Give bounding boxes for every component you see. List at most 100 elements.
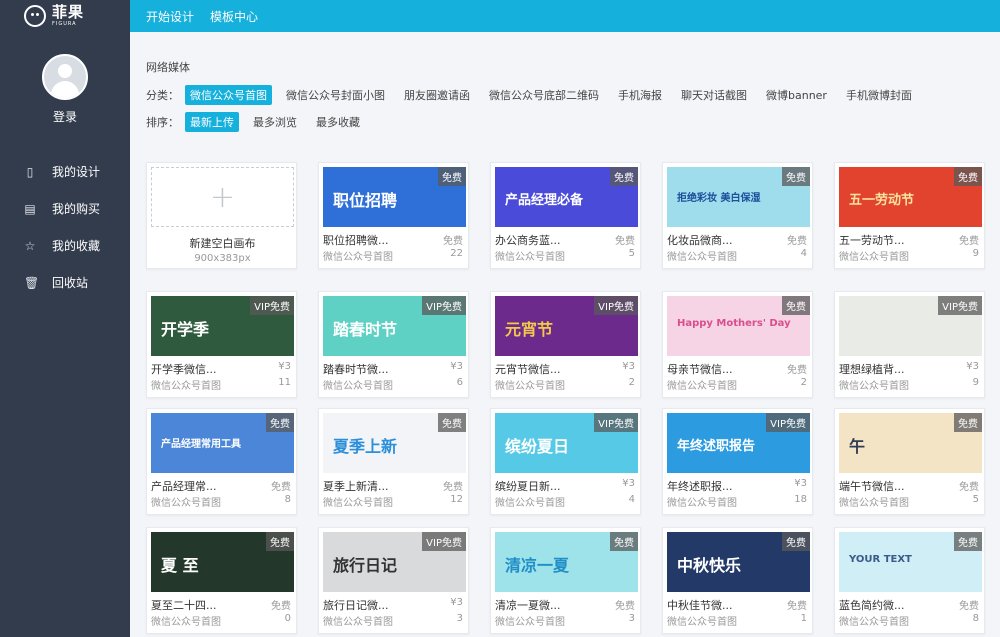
template-card[interactable]: 旅行日记 VIP免费 旅行日记微... ¥3 微信公众号首图 3 [318, 527, 469, 634]
new-blank-canvas-card[interactable]: + 新建空白画布 900x383px [146, 162, 297, 269]
template-card[interactable]: 年终述职报告 VIP免费 年终述职报... ¥3 微信公众号首图 18 [662, 408, 813, 515]
template-use-count: 0 [284, 613, 291, 624]
template-card[interactable]: Happy Mothers' Day 免费 母亲节微信... 免费 微信公众号首图 2 [662, 291, 813, 398]
sidebar-item-label: 回收站 [52, 276, 89, 290]
template-category: 微信公众号首图 [323, 252, 393, 263]
template-card[interactable]: 夏 至免费 夏至二十四... 免费 微信公众号首图 0 [146, 527, 297, 634]
template-title: 职位招聘微... [323, 234, 389, 247]
template-category: 微信公众号首图 [839, 617, 909, 628]
template-card[interactable]: YOUR TEXT 免费 蓝色简约微... 免费 微信公众号首图 8 [834, 527, 985, 634]
price-badge: VIP免费 [250, 296, 294, 315]
template-card[interactable]: 五一劳动节 免费 五一劳动节... 免费 微信公众号首图 9 [834, 162, 985, 269]
template-card[interactable]: 拒绝彩妆 美白保湿 免费 化妆品微商... 免费 微信公众号首图 4 [662, 162, 813, 269]
thumbnail-text: YOUR TEXT [849, 554, 912, 565]
thumbnail-text: 产品经理常用工具 [161, 439, 241, 450]
template-card[interactable]: 职位招聘 免费 职位招聘微... 免费 微信公众号首图 22 [318, 162, 469, 269]
new-canvas-size: 900x383px [194, 253, 251, 264]
template-card[interactable]: 开学季 VIP免费 开学季微信... ¥3 微信公众号首图 11 [146, 291, 297, 398]
category-chip[interactable]: 朋友圈邀请函 [399, 85, 475, 105]
template-card[interactable]: 产品经理常用工具 免费 产品经理常... 免费 微信公众号首图 8 [146, 408, 297, 515]
template-use-count: 5 [972, 494, 979, 505]
category-chip[interactable]: 微信公众号首图 [185, 85, 272, 105]
trash-icon: 🗑 [24, 275, 40, 290]
template-use-count: 8 [972, 613, 979, 624]
template-card[interactable]: 清凉一夏 免费 清凉一夏微... 免费 微信公众号首图 3 [490, 527, 641, 634]
template-category: 微信公众号首图 [839, 498, 909, 509]
template-card[interactable]: 中秋快乐 免费 中秋佳节微... 免费 微信公众号首图 1 [662, 527, 813, 634]
template-category: 微信公众号首图 [151, 498, 221, 509]
topnav-start-design[interactable]: 开始设计 [146, 8, 194, 25]
template-category: 微信公众号首图 [667, 617, 737, 628]
category-chip[interactable]: 聊天对话截图 [676, 85, 752, 105]
topnav-template-center[interactable]: 模板中心 [210, 8, 258, 25]
price-badge: VIP免费 [422, 532, 466, 551]
template-price: 免费 [959, 482, 979, 493]
template-title: 蓝色简约微... [839, 599, 905, 612]
sidebar-item-my-purchases[interactable]: ▤ 我的购买 [0, 190, 130, 227]
category-chip[interactable]: 微信公众号封面小图 [281, 85, 390, 105]
price-badge: 免费 [954, 532, 982, 551]
template-thumbnail: 职位招聘 免费 [323, 167, 466, 227]
template-category: 微信公众号首图 [151, 617, 221, 628]
price-badge: 免费 [610, 167, 638, 186]
template-thumbnail: 开学季 VIP免费 [151, 296, 294, 356]
sidebar-item-label: 我的购买 [52, 202, 101, 216]
template-price: 免费 [615, 601, 635, 612]
template-use-count: 3 [456, 613, 463, 624]
template-title: 清凉一夏微... [495, 599, 561, 612]
template-price: ¥3 [622, 478, 635, 489]
template-thumbnail: 踏春时节 VIP免费 [323, 296, 466, 356]
sidebar-item-trash[interactable]: 🗑 回收站 [0, 264, 130, 301]
template-card[interactable]: 夏季上新 免费 夏季上新清... 免费 微信公众号首图 12 [318, 408, 469, 515]
category-chip[interactable]: 微博banner [761, 85, 832, 105]
template-card[interactable]: 元宵节 VIP免费 元宵节微信... ¥3 微信公众号首图 2 [490, 291, 641, 398]
template-category: 微信公众号首图 [323, 617, 393, 628]
thumbnail-text: 缤纷夏日 [505, 437, 570, 456]
template-category: 微信公众号首图 [495, 617, 565, 628]
template-use-count: 6 [456, 377, 463, 388]
sort-chip[interactable]: 最多浏览 [248, 112, 302, 132]
category-chip[interactable]: 微信公众号底部二维码 [484, 85, 604, 105]
template-use-count: 5 [628, 248, 635, 259]
template-thumbnail: 清凉一夏 免费 [495, 532, 638, 592]
thumbnail-text: 年终述职报告 [677, 439, 756, 454]
category-chip[interactable]: 手机海报 [613, 85, 667, 105]
price-badge: 免费 [266, 413, 294, 432]
sort-chip[interactable]: 最多收藏 [311, 112, 365, 132]
logo-face-icon [24, 5, 46, 27]
template-card[interactable]: 缤纷夏日 VIP免费 缤纷夏日新... ¥3 微信公众号首图 4 [490, 408, 641, 515]
avatar[interactable] [42, 54, 88, 100]
template-title: 夏季上新清... [323, 480, 389, 493]
template-card[interactable]: 产品经理必备 免费 办公商务蓝... 免费 微信公众号首图 5 [490, 162, 641, 269]
template-price: 免费 [443, 482, 463, 493]
template-price: 免费 [271, 482, 291, 493]
login-link[interactable]: 登录 [0, 108, 130, 125]
price-badge: VIP免费 [594, 413, 638, 432]
template-price: 免费 [787, 236, 807, 247]
template-grid: + 新建空白画布 900x383px 职位招聘 免费 职位招聘微... 免费 微信公众号… [146, 162, 986, 637]
sidebar-item-my-designs[interactable]: ▯ 我的设计 [0, 153, 130, 190]
logo[interactable]: 菲果 FIGURA [0, 0, 130, 32]
template-thumbnail: 五一劳动节 免费 [839, 167, 982, 227]
thumbnail-text: 职位招聘 [333, 191, 398, 210]
template-card[interactable]: 午免费 端午节微信... 免费 微信公众号首图 5 [834, 408, 985, 515]
template-thumbnail: 缤纷夏日 VIP免费 [495, 413, 638, 473]
template-title: 元宵节微信... [495, 363, 561, 376]
sort-chip[interactable]: 最新上传 [185, 112, 239, 132]
sidebar: 菲果 FIGURA 登录 ▯ 我的设计 ▤ 我的购买 ☆ 我的收藏 🗑 回收站 [0, 0, 130, 637]
price-badge: 免费 [266, 532, 294, 551]
sidebar-item-label: 我的收藏 [52, 239, 101, 253]
template-price: 免费 [271, 601, 291, 612]
template-title: 夏至二十四... [151, 599, 217, 612]
brand-name-en: FIGURA [52, 21, 77, 27]
price-badge: 免费 [438, 167, 466, 186]
template-card[interactable]: 踏春时节 VIP免费 踏春时节微... ¥3 微信公众号首图 6 [318, 291, 469, 398]
template-title: 端午节微信... [839, 480, 905, 493]
template-title: 母亲节微信... [667, 363, 733, 376]
sidebar-item-my-favorites[interactable]: ☆ 我的收藏 [0, 227, 130, 264]
template-price: ¥3 [966, 361, 979, 372]
template-thumbnail: 产品经理常用工具 免费 [151, 413, 294, 473]
template-title: 五一劳动节... [839, 234, 905, 247]
template-card[interactable]: VIP免费 理想绿植背... ¥3 微信公众号首图 9 [834, 291, 985, 398]
category-chip[interactable]: 手机微博封面 [841, 85, 917, 105]
